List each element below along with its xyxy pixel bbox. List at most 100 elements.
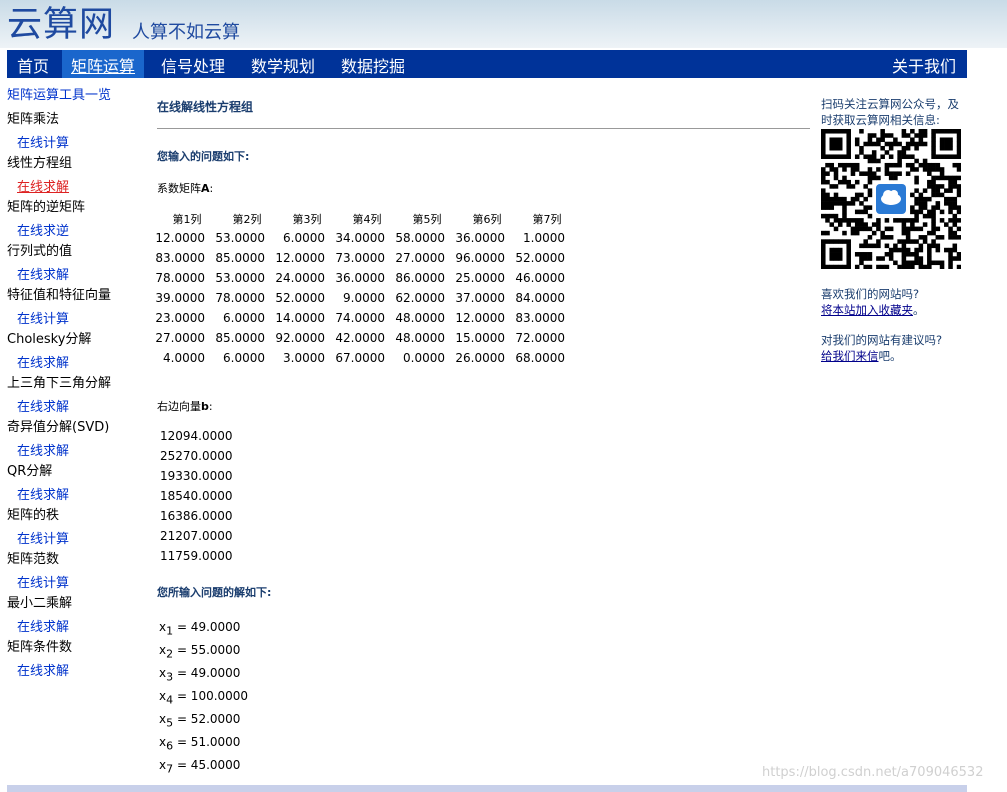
sidebar-link[interactable]: 在线求解 [17,352,69,371]
matrix-cell: 36.0000 [455,231,505,245]
mail-link[interactable]: 给我们来信 [821,349,879,363]
sidebar-link[interactable]: 在线求解 [17,396,69,415]
matrix-cell: 24.0000 [275,271,325,285]
matrix-cell: 39.0000 [155,291,205,305]
mail-suffix: 吧。 [878,349,902,363]
matrix-col-header: 第4列 [352,213,382,226]
solution-item: x1 = 49.0000 [159,620,240,637]
solution-item: x3 = 49.0000 [159,666,240,683]
sidebar-title[interactable]: 矩阵运算工具一览 [7,84,111,103]
matrix-cell: 62.0000 [395,291,445,305]
site-slogan: 人算不如云算 [132,22,240,43]
matrix-cell: 73.0000 [335,251,385,265]
matrix-cell: 92.0000 [275,331,325,345]
solution-value: = 49.0000 [176,620,241,634]
vector-label-prefix: 右边向量 [157,400,201,413]
sidebar-category: 最小二乘解 [7,596,73,611]
nav-item-matrix[interactable]: 矩阵运算 [62,50,145,78]
matrix-col-header: 第7列 [532,213,562,226]
suggest-question: 对我们的网站有建议吗? [821,333,943,347]
matrix-cell: 68.0000 [515,351,565,365]
solution-value: = 100.0000 [176,689,249,703]
nav-item-home[interactable]: 首页 [17,50,49,78]
bookmark-suffix: 。 [913,303,925,317]
footer-bar [7,785,967,792]
nav-item-data-mining[interactable]: 数据挖掘 [341,50,405,78]
qr-code [821,129,962,270]
matrix-cell: 53.0000 [215,271,265,285]
sidebar-category: 矩阵条件数 [7,640,73,655]
matrix-cell: 52.0000 [515,251,565,265]
matrix-cell: 85.0000 [215,331,265,345]
matrix-cell: 84.0000 [515,291,565,305]
site-header: 云算网 人算不如云算 [0,0,1007,50]
matrix-col-header: 第6列 [472,213,502,226]
sidebar-category: QR分解 [7,464,53,479]
matrix-cell: 12.0000 [155,231,205,245]
matrix-cell: 46.0000 [515,271,565,285]
nav-item-about[interactable]: 关于我们 [892,50,956,78]
matrix-cell: 6.0000 [223,351,265,365]
vector-b-value: 19330.0000 [160,469,233,483]
matrix-cell: 4.0000 [163,351,205,365]
matrix-col-header: 第1列 [172,213,202,226]
nav-item-math-programming[interactable]: 数学规划 [251,50,315,78]
matrix-cell: 14.0000 [275,311,325,325]
sidebar-link[interactable]: 在线求解 [17,440,69,459]
sidebar-category: 上三角下三角分解 [7,376,112,391]
sidebar-category: 奇异值分解(SVD) [7,420,110,435]
matrix-cell: 72.0000 [515,331,565,345]
sidebar-link[interactable]: 在线求解 [17,660,69,679]
nav-item-signal[interactable]: 信号处理 [161,50,225,78]
matrix-cell: 78.0000 [215,291,265,305]
vector-label-suffix: : [208,400,213,413]
matrix-cell: 74.0000 [335,311,385,325]
vector-b-value: 16386.0000 [160,509,233,523]
sidebar-link[interactable]: 在线求解 [17,616,69,635]
solution-value: = 51.0000 [176,735,241,749]
sidebar-link[interactable]: 在线计算 [17,308,69,327]
sidebar-link[interactable]: 在线计算 [17,528,69,547]
matrix-cell: 78.0000 [155,271,205,285]
solution-value: = 49.0000 [176,666,241,680]
matrix-cell: 34.0000 [335,231,385,245]
sidebar-link[interactable]: 在线计算 [17,572,69,591]
solution-item: x2 = 55.0000 [159,643,240,660]
site-logo[interactable]: 云算网 [7,5,115,45]
matrix-cell: 52.0000 [275,291,325,305]
matrix-cell: 6.0000 [283,231,325,245]
matrix-cell: 9.0000 [343,291,385,305]
matrix-cell: 96.0000 [455,251,505,265]
matrix-cell: 83.0000 [155,251,205,265]
matrix-cell: 3.0000 [283,351,325,365]
matrix-label: 系数矩阵A: [157,180,213,196]
vector-b-value: 25270.0000 [160,449,233,463]
sidebar-link[interactable]: 在线计算 [17,132,69,151]
sidebar-link[interactable]: 在线求逆 [17,220,69,239]
matrix-cell: 12.0000 [455,311,505,325]
solution-value: = 52.0000 [176,712,241,726]
title-divider [157,128,810,129]
solution-heading: 您所输入问题的解如下: [157,586,272,599]
solution-item: x7 = 45.0000 [159,758,240,775]
bookmark-link[interactable]: 将本站加入收藏夹 [821,303,913,317]
matrix-col-header: 第2列 [232,213,262,226]
sidebar-category: 特征值和特征向量 [7,288,112,303]
qr-caption: 扫码关注云算网公众号，及时获取云算网相关信息: [821,97,959,127]
solution-item: x4 = 100.0000 [159,689,248,706]
matrix-cell: 25.0000 [455,271,505,285]
matrix-cell: 53.0000 [215,231,265,245]
matrix-cell: 23.0000 [155,311,205,325]
sidebar-category: 行列式的值 [7,244,73,259]
matrix-cell: 36.0000 [335,271,385,285]
matrix-label-var: A [201,182,210,195]
sidebar-link[interactable]: 在线求解 [17,484,69,503]
sidebar-link[interactable]: 在线求解 [17,264,69,283]
solution-item: x6 = 51.0000 [159,735,240,752]
sidebar-category: 矩阵的逆矩阵 [7,200,86,215]
vector-label: 右边向量b: [157,398,213,414]
matrix-cell: 12.0000 [275,251,325,265]
sidebar-link-active[interactable]: 在线求解 [17,176,69,195]
matrix-cell: 42.0000 [335,331,385,345]
vector-b-value: 12094.0000 [160,429,233,443]
